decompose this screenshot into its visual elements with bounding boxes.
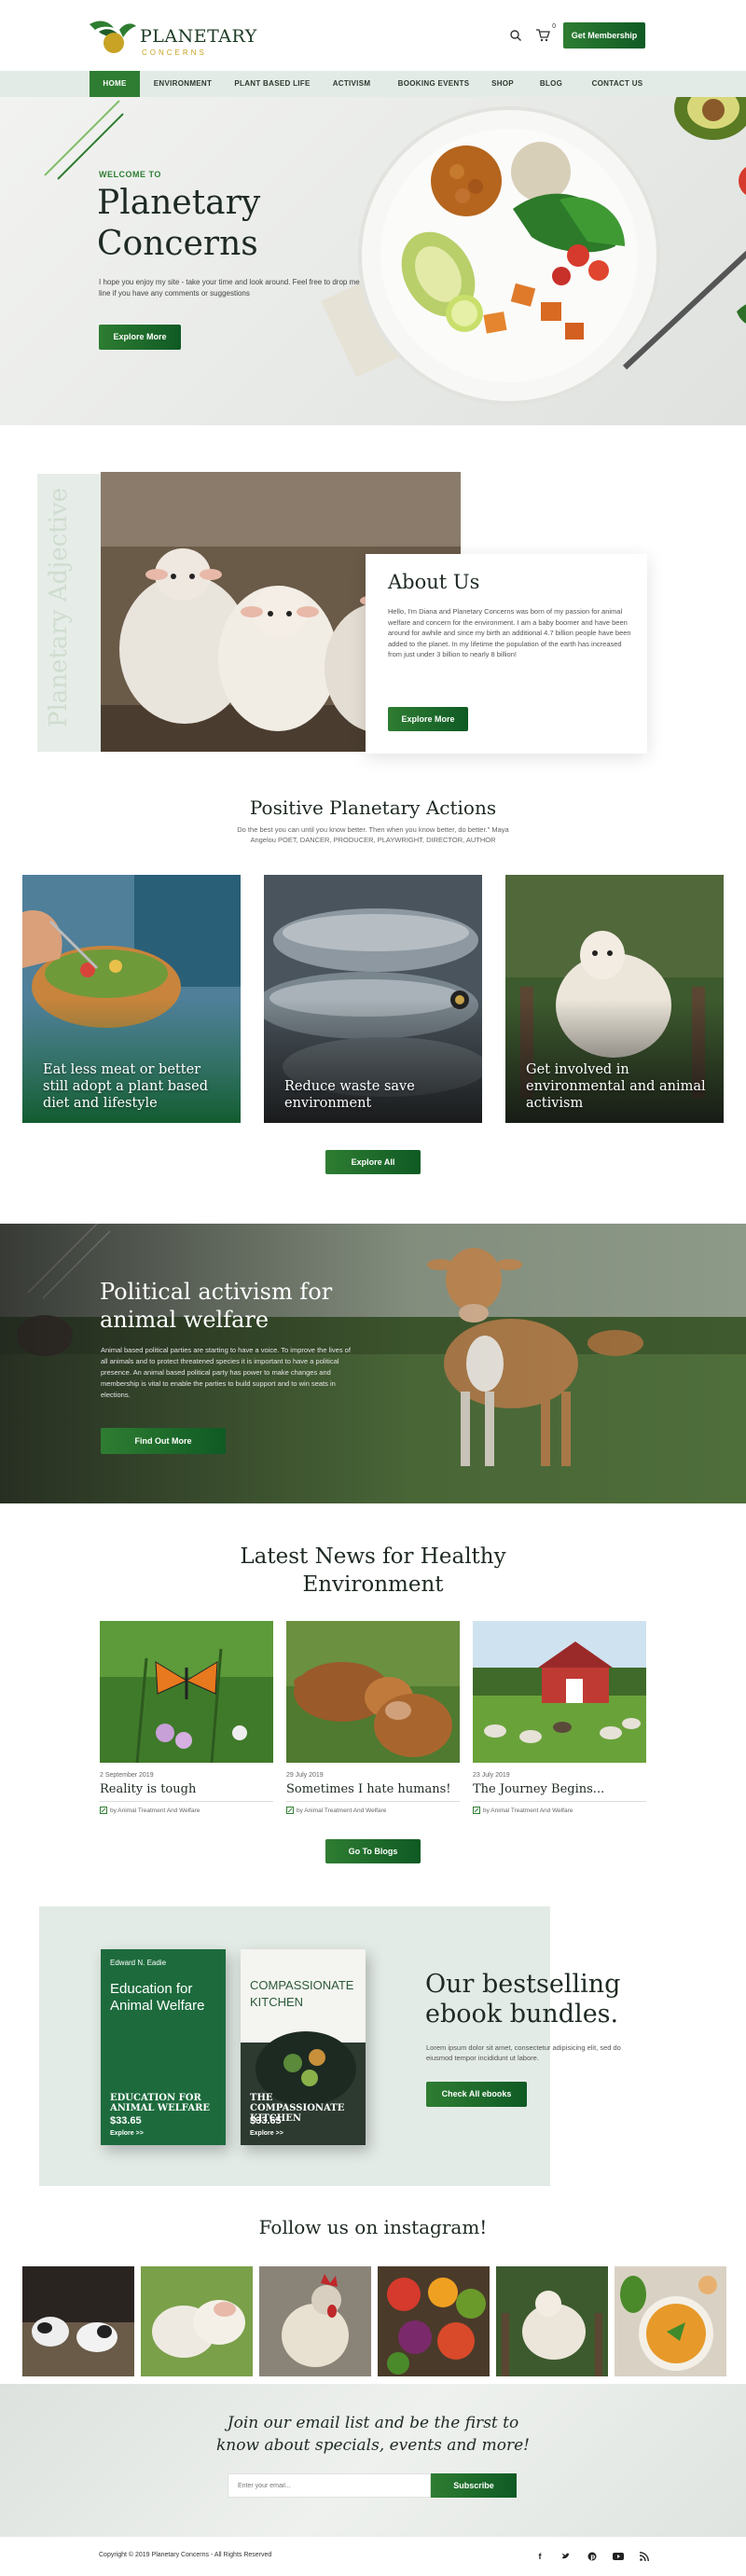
- hero-food-bowl-image: [358, 97, 746, 405]
- ebook-compassionate-kitchen[interactable]: COMPASSIONATE KITCHEN THE COMPASSIONATE …: [241, 1949, 366, 2145]
- instagram-photo-cows[interactable]: [22, 2266, 134, 2376]
- book-price: $33.65: [250, 2115, 282, 2126]
- news-date: 2 September 2019: [100, 1772, 154, 1779]
- youtube-icon[interactable]: [612, 2550, 625, 2563]
- twitter-icon[interactable]: [560, 2550, 573, 2563]
- hero-title: Planetary Concerns: [97, 184, 261, 263]
- book-price: $33.65: [110, 2115, 142, 2126]
- action-card-plant-diet[interactable]: Eat less meat or better still adopt a pl…: [22, 875, 241, 1123]
- butterfly-image: [100, 1621, 273, 1763]
- nav-booking-events[interactable]: BOOKING EVENTS: [388, 71, 479, 97]
- hero-text: I hope you enjoy my site - take your tim…: [99, 278, 366, 298]
- news-title-line2: Environment: [302, 1572, 444, 1597]
- go-to-blogs-button[interactable]: Go To Blogs: [325, 1839, 421, 1863]
- news-title-line1: Latest News for Healthy: [240, 1544, 506, 1569]
- nav-plant-based-life[interactable]: PLANT BASED LIFE: [228, 71, 317, 97]
- pinterest-icon[interactable]: p: [586, 2550, 599, 2563]
- hero-kicker: WELCOME TO: [99, 170, 161, 179]
- news-headline[interactable]: The Journey Begins...: [473, 1782, 646, 1802]
- news-byline: by Animal Treatment And Welfare: [286, 1807, 460, 1814]
- newsletter-email-input[interactable]: [228, 2473, 431, 2498]
- farm-barn-image: [473, 1621, 646, 1763]
- ebook-education-animal-welfare[interactable]: Edward N. Eadie Education for Animal Wel…: [101, 1949, 226, 2145]
- news-card[interactable]: 23 July 2019 The Journey Begins... by An…: [473, 1621, 646, 1814]
- search-icon[interactable]: [509, 29, 522, 42]
- news-author: by Animal Treatment And Welfare: [483, 1807, 573, 1814]
- activism-banner: Political activism for animal welfare An…: [0, 1224, 746, 1503]
- subscribe-button[interactable]: Subscribe: [431, 2473, 517, 2498]
- hero-explore-button[interactable]: Explore More: [99, 325, 181, 350]
- ebook-title: Our bestselling ebook bundles.: [425, 1970, 621, 2029]
- facebook-icon[interactable]: f: [533, 2550, 546, 2563]
- brand-title: PLANETARY: [140, 26, 257, 47]
- site-logo[interactable]: PLANETARY CONCERNS: [86, 11, 256, 60]
- action-card-activism[interactable]: Get involved in environmental and animal…: [505, 875, 724, 1123]
- news-date: 23 July 2019: [473, 1772, 510, 1779]
- copyright-text: Copyright © 2019 Planetary Concerns - Al…: [99, 2552, 272, 2558]
- cart-icon[interactable]: 0: [535, 23, 556, 44]
- book-explore-link[interactable]: Explore >>: [110, 2130, 144, 2137]
- site-footer: Copyright © 2019 Planetary Concerns - Al…: [0, 2537, 746, 2576]
- cart-count: 0: [552, 23, 556, 30]
- news-title: Latest News for Healthy Environment: [0, 1543, 746, 1599]
- book-explore-link[interactable]: Explore >>: [250, 2130, 283, 2137]
- news-author: by Animal Treatment And Welfare: [110, 1807, 200, 1814]
- svg-text:p: p: [590, 2554, 595, 2561]
- action-card-reduce-waste[interactable]: Reduce waste save environment: [264, 875, 482, 1123]
- explore-all-button[interactable]: Explore All: [325, 1150, 421, 1174]
- activism-title: Political activism for animal welfare: [100, 1279, 333, 1333]
- actions-quote: Do the best you can until you know bette…: [237, 825, 509, 844]
- about-vertical-text: Planetary Adjective: [45, 487, 73, 727]
- news-byline: by Animal Treatment And Welfare: [100, 1807, 273, 1814]
- news-author: by Animal Treatment And Welfare: [297, 1807, 387, 1814]
- nav-environment[interactable]: ENVIRONMENT: [145, 71, 220, 97]
- rss-icon[interactable]: [638, 2550, 651, 2563]
- action-card-label: Get involved in environmental and animal…: [526, 1062, 706, 1111]
- actions-title: Positive Planetary Actions: [249, 796, 497, 819]
- activism-text: Animal based political parties are start…: [101, 1346, 351, 1399]
- instagram-photo-sheep[interactable]: [141, 2266, 253, 2376]
- hero-banner: WELCOME TO Planetary Concerns I hope you…: [0, 97, 746, 425]
- book-cover-title: Education for Animal Welfare: [110, 1981, 205, 2014]
- instagram-photo-sheep-fence[interactable]: [496, 2266, 608, 2376]
- check-all-ebooks-button[interactable]: Check All ebooks: [426, 2082, 527, 2107]
- news-headline[interactable]: Reality is tough: [100, 1782, 273, 1802]
- book-author: Edward N. Eadie: [110, 1959, 167, 1967]
- about-text: Hello, I'm Diana and Planetary Concerns …: [388, 607, 631, 658]
- nav-shop[interactable]: SHOP: [483, 71, 522, 97]
- main-nav: HOME ENVIRONMENT PLANT BASED LIFE ACTIVI…: [0, 71, 746, 97]
- instagram-photo-rooster[interactable]: [259, 2266, 371, 2376]
- news-card[interactable]: 29 July 2019 Sometimes I hate humans! by…: [286, 1621, 460, 1814]
- nav-activism[interactable]: ACTIVISM: [323, 71, 380, 97]
- ebook-text: Lorem ipsum dolor sit amet, consectetur …: [426, 2043, 621, 2062]
- about-card: About Us Hello, I'm Diana and Planetary …: [366, 554, 647, 754]
- news-headline[interactable]: Sometimes I hate humans!: [286, 1782, 460, 1802]
- instagram-title: Follow us on instagram!: [258, 2216, 488, 2238]
- calves-image: [286, 1621, 460, 1763]
- nav-blog[interactable]: BLOG: [530, 71, 573, 97]
- newsletter-title: Join our email list and be the first to …: [216, 2414, 530, 2455]
- news-date: 29 July 2019: [286, 1772, 324, 1779]
- edit-icon: [286, 1807, 294, 1814]
- instagram-photo-vegetables[interactable]: [378, 2266, 490, 2376]
- edit-icon: [473, 1807, 480, 1814]
- brand-subtitle: CONCERNS: [142, 48, 207, 57]
- book-name: EDUCATION FOR ANIMAL WELFARE: [110, 2093, 211, 2113]
- site-header: PLANETARY CONCERNS 0 Get Membership: [0, 0, 746, 71]
- about-title: About Us: [388, 571, 480, 593]
- get-membership-button[interactable]: Get Membership: [563, 22, 645, 48]
- about-explore-button[interactable]: Explore More: [388, 707, 468, 731]
- news-byline: by Animal Treatment And Welfare: [473, 1807, 646, 1814]
- action-card-label: Reduce waste save environment: [284, 1079, 415, 1111]
- nav-contact-us[interactable]: CONTACT US: [580, 71, 655, 97]
- instagram-photo-soup[interactable]: [615, 2266, 726, 2376]
- nav-home[interactable]: HOME: [90, 71, 140, 97]
- newsletter-section: [0, 2384, 746, 2537]
- book-cover-title: COMPASSIONATE KITCHEN: [250, 1978, 354, 2009]
- find-out-more-button[interactable]: Find Out More: [101, 1428, 226, 1454]
- action-card-label: Eat less meat or better still adopt a pl…: [43, 1062, 208, 1111]
- news-card[interactable]: 2 September 2019 Reality is tough by Ani…: [100, 1621, 273, 1814]
- edit-icon: [100, 1807, 107, 1814]
- logo-bird-icon: [90, 21, 136, 53]
